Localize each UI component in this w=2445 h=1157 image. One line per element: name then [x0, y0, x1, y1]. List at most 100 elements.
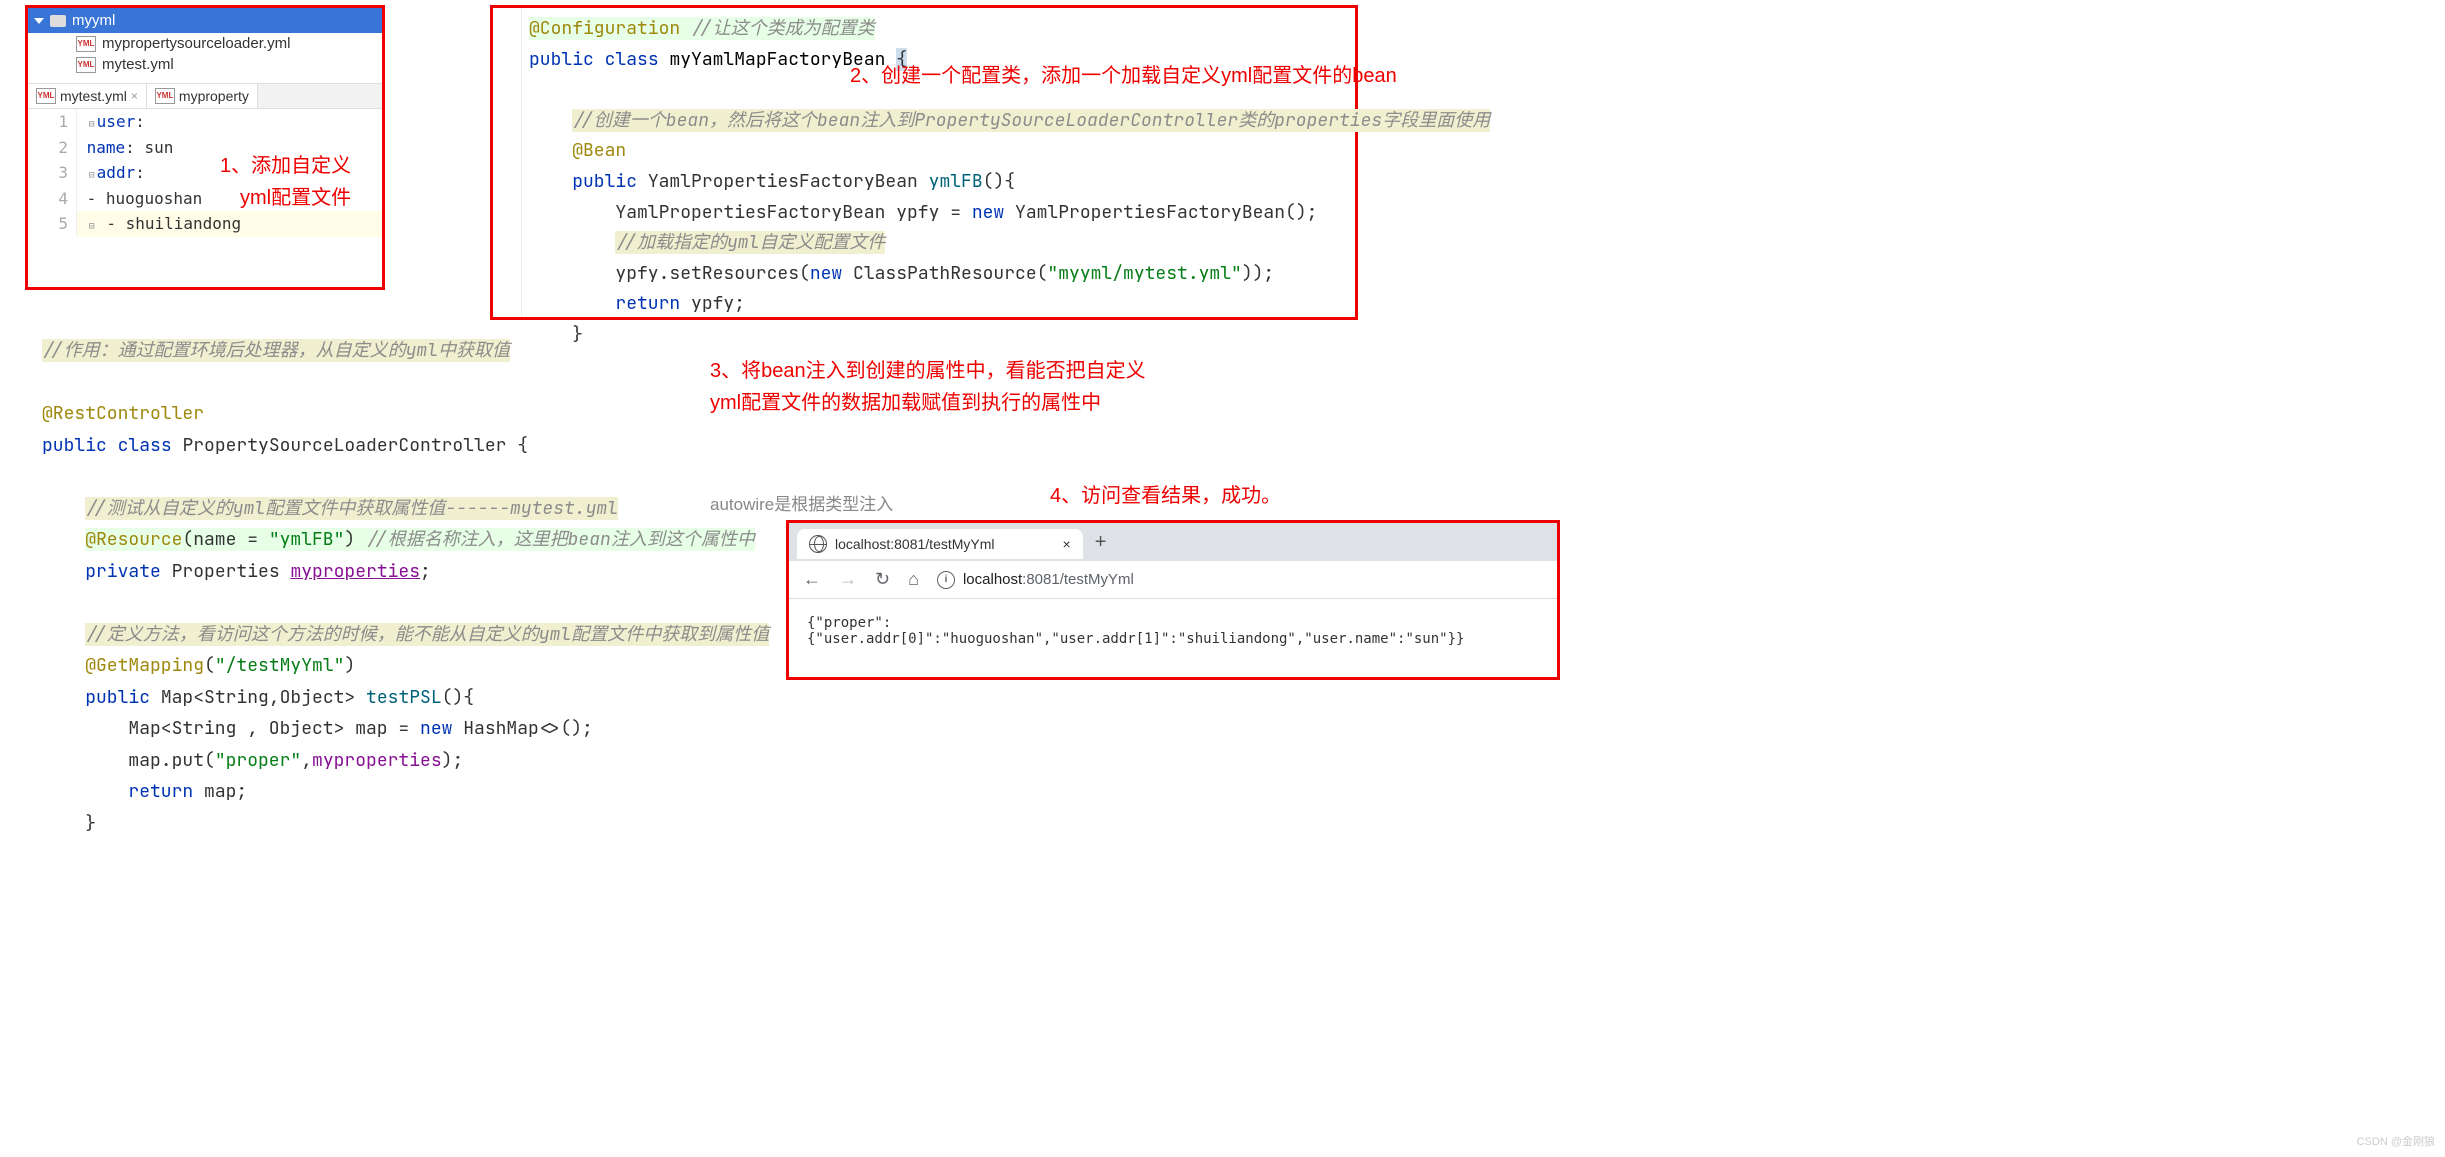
code: ( [204, 654, 215, 677]
url-host: localhost [963, 571, 1022, 588]
file-row[interactable]: mytest.yml [28, 54, 382, 75]
close-icon[interactable]: × [131, 89, 138, 103]
code: ypfy.setResources( [615, 262, 809, 285]
kw: class [605, 48, 659, 71]
annotation-4: 4、访问查看结果，成功。 [1050, 480, 1281, 512]
comment-token: //根据名称注入，这里把bean注入到这个属性中 [366, 528, 755, 551]
comment-token: //定义方法，看访问这个方法的时候，能不能从自定义的yml配置文件中获取到属性值 [85, 623, 769, 646]
back-button[interactable]: ← [803, 569, 821, 590]
browser-toolbar: ← → ↻ ⌂ i localhost:8081/testMyYml [789, 561, 1557, 599]
code: map.put( [128, 749, 214, 772]
panel-4-browser: localhost:8081/testMyYml × + ← → ↻ ⌂ i l… [786, 520, 1560, 680]
yml-icon [76, 36, 96, 52]
comment-token: //创建一个bean，然后将这个bean注入到PropertySourceLoa… [572, 109, 1490, 132]
kw: public [42, 434, 107, 457]
address-bar[interactable]: i localhost:8081/testMyYml [937, 571, 1543, 589]
home-button[interactable]: ⌂ [908, 569, 919, 590]
line-number: 5 [28, 211, 77, 237]
panel-1-filetree: myyml mypropertysourceloader.yml mytest.… [25, 5, 385, 290]
code: (name = [182, 528, 268, 551]
browser-tab[interactable]: localhost:8081/testMyYml × [797, 529, 1083, 559]
code: , [301, 749, 312, 772]
code: ypfy; [680, 292, 745, 315]
type: Properties [172, 560, 280, 583]
file-name: mypropertysourceloader.yml [102, 35, 290, 52]
code: HashMap<>(); [452, 717, 592, 740]
string: "ymlFB" [269, 528, 345, 551]
editor-gutter [493, 8, 522, 317]
comment-token: //测试从自定义的yml配置文件中获取属性值------mytest.yml [85, 497, 618, 520]
editor-tab[interactable]: myproperty [147, 84, 258, 108]
code: ); [442, 749, 464, 772]
comment-token: //让这个类成为配置类 [680, 17, 874, 40]
folder-icon [50, 15, 66, 27]
url-path: :8081/testMyYml [1022, 571, 1134, 588]
code: ) [344, 528, 366, 551]
site-info-icon[interactable]: i [937, 571, 955, 589]
yaml-key: name [87, 138, 126, 157]
string: "myyml/mytest.yml" [1047, 262, 1241, 285]
file-row[interactable]: mypropertysourceloader.yml [28, 33, 382, 54]
annotation-1: 1、添加自定义 yml配置文件 [220, 150, 351, 214]
code: map; [193, 780, 247, 803]
kw: public [529, 48, 594, 71]
annotation-token: @Resource [85, 528, 182, 551]
browser-tabstrip: localhost:8081/testMyYml × + [789, 523, 1557, 561]
code: )); [1242, 262, 1274, 285]
tab-label: myproperty [179, 88, 249, 104]
code-editor[interactable]: //作用：通过配置环境后处理器，从自定义的yml中获取值 @RestContro… [42, 335, 712, 839]
panel-2-config-class: @Configuration //让这个类成为配置类 public class … [490, 5, 1358, 320]
kw: return [128, 780, 193, 803]
annotation-3: 3、将bean注入到创建的属性中，看能否把自定义 yml配置文件的数据加载赋值到… [710, 355, 1146, 419]
annotation-2: 2、创建一个配置类，添加一个加载自定义yml配置文件的bean [850, 60, 1397, 92]
yaml-v: - shuiliandong [106, 214, 241, 233]
yml-icon [155, 88, 175, 104]
yaml-v: : [135, 163, 145, 182]
yaml-v: : sun [125, 138, 173, 157]
yaml-v: : [135, 112, 145, 131]
annotation-token: @Configuration [529, 17, 680, 40]
kw: new [810, 262, 842, 285]
yaml-key: addr [97, 163, 136, 182]
fn-name: testPSL [366, 686, 442, 709]
watermark: CSDN @金刚狼 [2357, 1133, 2435, 1149]
chevron-down-icon [34, 18, 44, 24]
brace: } [85, 812, 96, 835]
yaml-key: user [97, 112, 136, 131]
line-number: 4 [28, 186, 77, 212]
forward-button[interactable]: → [839, 569, 857, 590]
file-name: mytest.yml [102, 56, 174, 73]
yml-icon [36, 88, 56, 104]
line-number: 3 [28, 160, 77, 186]
kw: class [118, 434, 172, 457]
kw: public [85, 686, 150, 709]
editor-tab[interactable]: mytest.yml× [28, 84, 147, 108]
folder-header[interactable]: myyml [28, 8, 382, 33]
code: YamlPropertiesFactoryBean ypfy = [615, 201, 971, 224]
folder-name: myyml [72, 12, 115, 29]
type: Map<String,Object> [161, 686, 355, 709]
kw: public [572, 170, 637, 193]
yaml-v: - huoguoshan [87, 189, 203, 208]
annotation-3b: autowire是根据类型注入 [710, 490, 893, 515]
reload-button[interactable]: ↻ [875, 569, 890, 590]
code: Map<String , Object> map = [128, 717, 420, 740]
code: (){ [983, 170, 1015, 193]
code: YamlPropertiesFactoryBean(); [1004, 201, 1317, 224]
code: ) [344, 654, 355, 677]
new-tab-button[interactable]: + [1083, 531, 1119, 554]
panel-3-controller: //作用：通过配置环境后处理器，从自定义的yml中获取值 @RestContro… [30, 335, 724, 735]
annotation-token: @Bean [572, 139, 626, 162]
code: ; [420, 560, 431, 583]
annotation-token: @RestController [42, 402, 204, 425]
kw: new [972, 201, 1004, 224]
class-name: PropertySourceLoaderController { [182, 434, 528, 457]
close-icon[interactable]: × [1063, 536, 1071, 552]
string: "proper" [215, 749, 301, 772]
globe-icon [809, 535, 827, 553]
fn-name: ymlFB [929, 170, 983, 193]
kw: private [85, 560, 161, 583]
string: "/testMyYml" [215, 654, 345, 677]
line-number: 2 [28, 135, 77, 161]
line-number: 1 [28, 109, 77, 135]
